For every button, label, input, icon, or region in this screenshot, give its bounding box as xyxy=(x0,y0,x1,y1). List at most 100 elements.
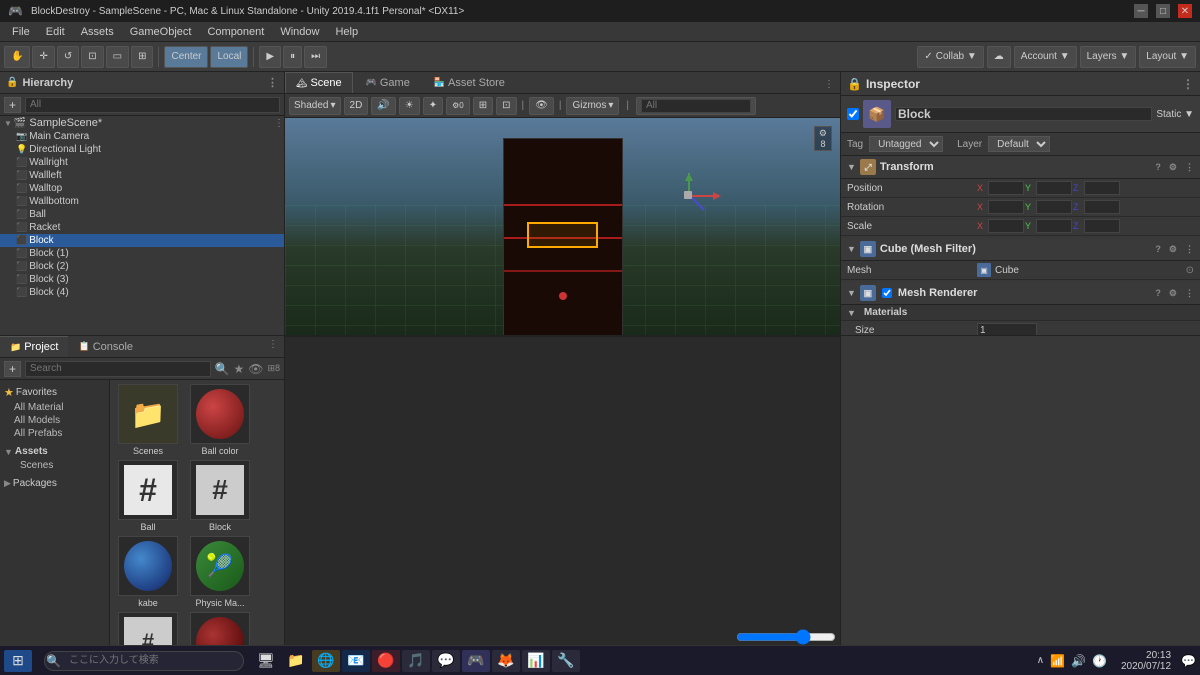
asset-physic[interactable]: 🎾 Physic Ma... xyxy=(186,536,254,608)
scale-z[interactable]: 1 xyxy=(1084,219,1120,233)
snap-toggle[interactable]: ⊡ xyxy=(496,97,516,115)
2d-toggle[interactable]: 2D xyxy=(344,97,369,115)
all-models-item[interactable]: All Models xyxy=(0,414,109,427)
hierarchy-item-ball[interactable]: ⬛ Ball xyxy=(0,208,284,221)
hierarchy-add-button[interactable]: + xyxy=(4,97,21,113)
asset-racket[interactable]: # Racket xyxy=(114,612,182,645)
scene-viewport[interactable]: ⚙ 8 xyxy=(285,118,840,335)
grid-toggle[interactable]: ⊞ xyxy=(473,97,493,115)
taskbar-app-5[interactable]: 💬 xyxy=(432,650,460,672)
size-icon[interactable]: ⊞8 xyxy=(267,363,280,374)
object-active-toggle[interactable] xyxy=(847,108,859,120)
mesh-picker-icon[interactable]: ⊙ xyxy=(1186,265,1194,276)
asset-ball-color[interactable]: Ball color xyxy=(186,384,254,456)
hierarchy-item-wallbottom[interactable]: ⬛ Wallbottom xyxy=(0,195,284,208)
menu-assets[interactable]: Assets xyxy=(73,22,122,41)
gizmos-dropdown[interactable]: Gizmos ▾ xyxy=(566,97,619,115)
menu-gameobject[interactable]: GameObject xyxy=(122,22,200,41)
menu-edit[interactable]: Edit xyxy=(38,22,73,41)
hierarchy-item-walltop[interactable]: ⬛ Walltop xyxy=(0,182,284,195)
position-y[interactable]: 30 xyxy=(1036,181,1072,195)
light-toggle[interactable]: ☀ xyxy=(399,97,420,115)
taskbar-app-8[interactable]: 🔧 xyxy=(552,650,580,672)
tab-game[interactable]: 🎮 Game xyxy=(355,72,421,93)
hierarchy-item-block[interactable]: ⬛ Block xyxy=(0,234,284,247)
maximize-button[interactable]: □ xyxy=(1156,4,1170,18)
object-name-field[interactable] xyxy=(895,107,1152,121)
meshfilter-menu[interactable]: ⋮ xyxy=(1185,244,1194,255)
all-material-item[interactable]: All Material xyxy=(0,401,109,414)
hierarchy-item-wallright[interactable]: ⬛ Wallright xyxy=(0,156,284,169)
packages-label[interactable]: ▶ Packages xyxy=(0,476,109,491)
transform-settings[interactable]: ⚙ xyxy=(1169,162,1177,173)
shaded-dropdown[interactable]: Shaded ▾ xyxy=(289,97,341,115)
tab-project[interactable]: 📁 Project xyxy=(0,336,68,357)
transform-help[interactable]: ? xyxy=(1155,162,1161,172)
search-filter-icon[interactable]: 🔍 xyxy=(215,362,230,376)
speaker-icon[interactable]: 🔊 xyxy=(1071,654,1086,668)
rect-tool[interactable]: ▭ xyxy=(106,46,129,68)
all-prefabs-item[interactable]: All Prefabs xyxy=(0,427,109,440)
layer-select[interactable]: Default xyxy=(988,136,1050,152)
taskbar-app-chrome[interactable]: 🌐 xyxy=(312,650,340,672)
asset-kabe[interactable]: kabe xyxy=(114,536,182,608)
start-button[interactable]: ⊞ xyxy=(4,650,32,672)
close-button[interactable]: ✕ xyxy=(1178,4,1192,18)
step-button[interactable]: ⏭ xyxy=(304,46,327,68)
taskbar-app-mail[interactable]: 📧 xyxy=(342,650,370,672)
scene-panel-menu[interactable]: ⋮ xyxy=(818,76,840,93)
position-z[interactable]: 0 xyxy=(1084,181,1120,195)
assets-label[interactable]: ▼ Assets xyxy=(0,444,109,459)
taskbar-app-explorer[interactable]: 🖥 xyxy=(252,650,280,672)
position-x[interactable]: 0 xyxy=(988,181,1024,195)
chevron-icon[interactable]: ∧ xyxy=(1037,655,1044,666)
fx-toggle[interactable]: ✦ xyxy=(423,97,443,115)
renderer-settings[interactable]: ⚙ xyxy=(1169,288,1177,299)
pause-button[interactable]: ⏸ xyxy=(283,46,302,68)
layers-dropdown[interactable]: Layers ▼ xyxy=(1080,46,1137,68)
asset-wall[interactable]: Wall xyxy=(186,612,254,645)
minimize-button[interactable]: ─ xyxy=(1134,4,1148,18)
materials-size-input[interactable] xyxy=(977,323,1037,335)
rotation-x[interactable]: 0 xyxy=(988,200,1024,214)
project-search[interactable] xyxy=(25,361,210,377)
mesh-renderer-header[interactable]: ▼ ▣ Mesh Renderer ? ⚙ ⋮ xyxy=(841,282,1200,305)
hierarchy-item-racket[interactable]: ⬛ Racket xyxy=(0,221,284,234)
star-icon[interactable]: ★ xyxy=(233,362,244,376)
menu-component[interactable]: Component xyxy=(199,22,272,41)
hierarchy-item-block3[interactable]: ⬛ Block (3) xyxy=(0,273,284,286)
eye-toggle[interactable]: 👁 xyxy=(529,97,554,115)
hierarchy-item-block4[interactable]: ⬛ Block (4) xyxy=(0,286,284,299)
rotation-z[interactable]: 0 xyxy=(1084,200,1120,214)
audio-toggle[interactable]: 🔊 xyxy=(371,97,395,115)
meshfilter-settings[interactable]: ⚙ xyxy=(1169,244,1177,255)
project-panel-menu[interactable]: ⋮ xyxy=(262,336,284,357)
asset-block[interactable]: # Block xyxy=(186,460,254,532)
inspector-menu[interactable]: ⋮ xyxy=(1182,77,1194,91)
cloud-button[interactable]: ☁ xyxy=(987,46,1011,68)
local-toggle[interactable]: Local xyxy=(210,46,248,68)
taskbar-app-6[interactable]: 🦊 xyxy=(492,650,520,672)
tab-console[interactable]: 📋 Console xyxy=(68,336,143,357)
scenes-folder-item[interactable]: Scenes xyxy=(0,459,109,472)
renderer-help[interactable]: ? xyxy=(1155,288,1161,298)
title-bar-controls[interactable]: ─ □ ✕ xyxy=(1134,4,1192,18)
menu-file[interactable]: File xyxy=(4,22,38,41)
favorites-label[interactable]: ★ Favorites xyxy=(0,384,109,401)
scale-x[interactable]: 8.5 xyxy=(988,219,1024,233)
hierarchy-item-main-camera[interactable]: 📷 Main Camera xyxy=(0,130,284,143)
center-toggle[interactable]: Center xyxy=(164,46,208,68)
tag-select[interactable]: Untagged xyxy=(869,136,943,152)
scene-menu-icon[interactable]: ⋮ xyxy=(274,118,284,129)
move-tool[interactable]: ✛ xyxy=(32,46,54,68)
viewport-settings-btn[interactable]: ⚙ 8 xyxy=(814,126,832,151)
hierarchy-item-block2[interactable]: ⬛ Block (2) xyxy=(0,260,284,273)
inspector-lock-icon[interactable]: 🔒 xyxy=(847,77,862,91)
collab-dropdown[interactable]: ✓ Collab ▼ xyxy=(917,46,983,68)
tab-scene[interactable]: 🏔 Scene xyxy=(285,72,353,93)
scale-y[interactable]: 3 xyxy=(1036,219,1072,233)
renderer-enabled[interactable] xyxy=(882,288,892,298)
scale-tool[interactable]: ⊡ xyxy=(81,46,103,68)
hand-tool[interactable]: ✋ xyxy=(4,46,30,68)
renderer-menu[interactable]: ⋮ xyxy=(1185,288,1194,299)
